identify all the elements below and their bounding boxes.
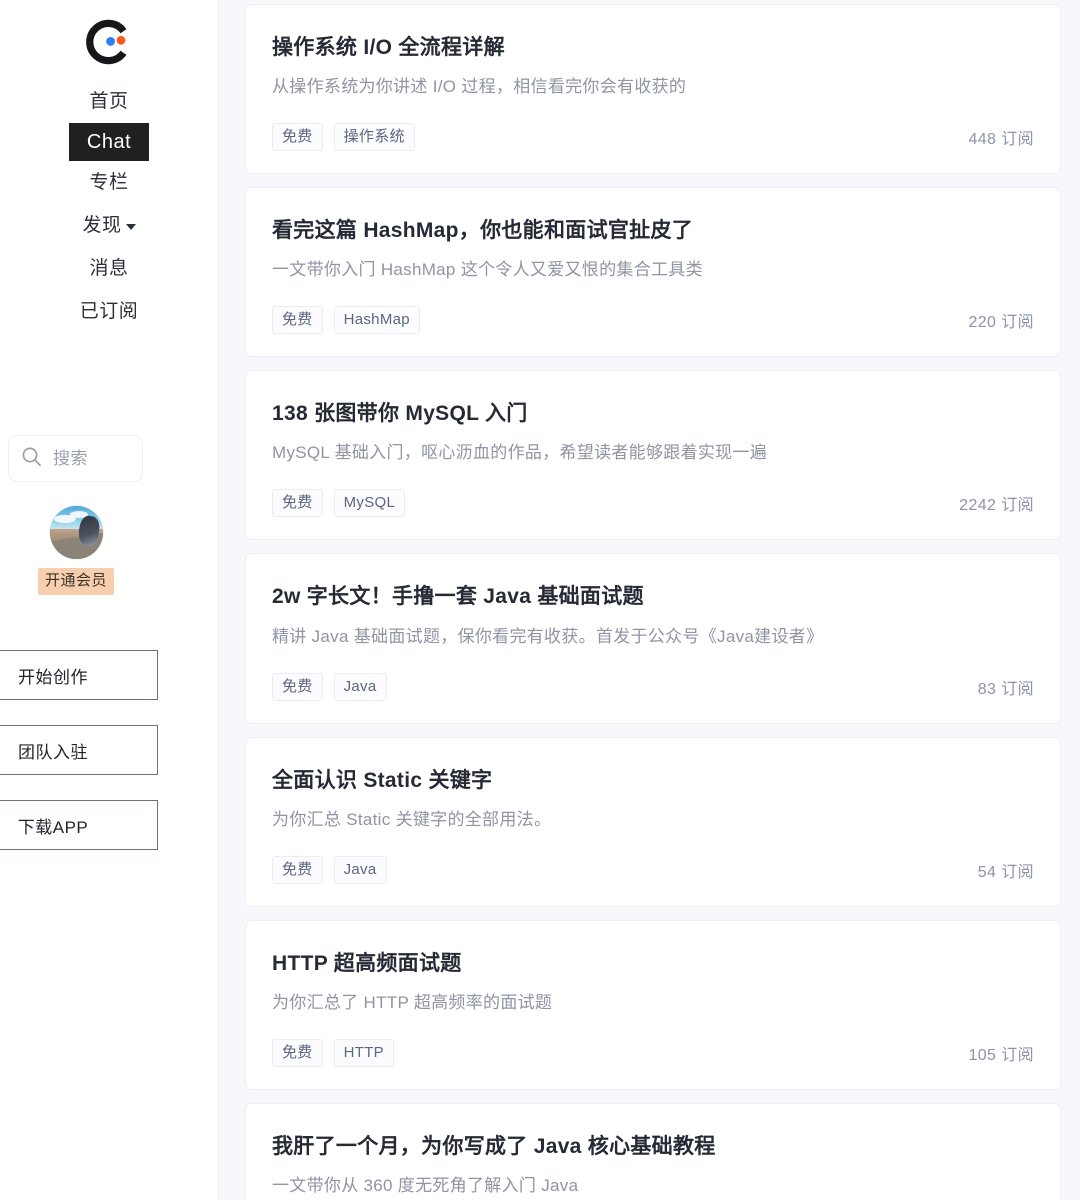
tag-chip[interactable]: 操作系统 — [333, 123, 415, 152]
course-tags: 免费 操作系统 — [272, 123, 1034, 152]
sidebar-item-home[interactable]: 首页 — [75, 80, 142, 123]
course-tags: 免费 Java — [272, 855, 1034, 884]
tag-chip[interactable]: 免费 — [272, 123, 323, 152]
tag-chip[interactable]: 免费 — [272, 306, 323, 335]
chevron-down-icon — [125, 223, 136, 230]
subscriber-count: 448 订阅 — [968, 131, 1034, 149]
course-title: 138 张图带你 MySQL 入门 — [272, 402, 528, 426]
course-title: 看完这篇 HashMap，你也能和面试官扯皮了 — [272, 219, 694, 243]
tag-chip[interactable]: HashMap — [333, 306, 420, 335]
course-card[interactable]: 全面认识 Static 关键字 为你汇总 Static 关键字的全部用法。 免费… — [245, 736, 1061, 907]
download-app-label: 下载APP — [17, 817, 89, 837]
sidebar-nav: 首页 Chat 专栏 发现 消息 已订阅 — [0, 80, 218, 333]
course-card[interactable]: 看完这篇 HashMap，你也能和面试官扯皮了 一文带你入门 HashMap 这… — [245, 187, 1061, 358]
logo-container[interactable] — [0, 0, 218, 80]
course-tags: 免费 HashMap — [272, 306, 1034, 335]
course-tags: 免费 HTTP — [272, 1038, 1034, 1067]
tag-chip[interactable]: Java — [333, 855, 387, 884]
course-description: 精讲 Java 基础面试题，保你看完有收获。首发于公众号《Java建设者》 — [272, 626, 824, 646]
team-join-button[interactable]: 团队入驻 — [0, 725, 158, 775]
sidebar-item-label: 首页 — [89, 91, 129, 112]
member-badge[interactable]: 开通会员 — [37, 568, 114, 595]
subscriber-count: 105 订阅 — [968, 1046, 1034, 1064]
course-description: 为你汇总 Static 关键字的全部用法。 — [272, 809, 552, 829]
sidebar-item-label: 消息 — [89, 258, 129, 279]
capsule-logo-icon[interactable] — [85, 18, 133, 66]
subscriber-count: 220 订阅 — [968, 314, 1034, 332]
app-root: 首页 Chat 专栏 发现 消息 已订阅 搜索 开通会员 开始创作 团队入驻 下… — [0, 0, 1080, 1200]
course-description: 为你汇总了 HTTP 超高频率的面试题 — [272, 992, 553, 1012]
start-creating-button[interactable]: 开始创作 — [0, 650, 158, 700]
course-description: 一文带你入门 HashMap 这个令人又爱又恨的集合工具类 — [272, 260, 703, 280]
search-input[interactable]: 搜索 — [8, 435, 143, 482]
sidebar-item-label: 发现 — [82, 215, 122, 236]
course-card[interactable]: HTTP 超高频面试题 为你汇总了 HTTP 超高频率的面试题 免费 HTTP … — [245, 919, 1061, 1090]
course-title: 我肝了一个月，为你写成了 Java 核心基础教程 — [272, 1134, 716, 1158]
course-card[interactable]: 我肝了一个月，为你写成了 Java 核心基础教程 一文带你从 360 度无死角了… — [245, 1102, 1061, 1200]
course-card[interactable]: 操作系统 I/O 全流程详解 从操作系统为你讲述 I/O 过程，相信看完你会有收… — [245, 4, 1061, 175]
subscriber-count: 54 订阅 — [977, 863, 1034, 881]
start-creating-label: 开始创作 — [18, 667, 88, 687]
search-icon — [21, 446, 42, 472]
account-block: 开通会员 — [0, 506, 152, 595]
tag-chip[interactable]: 免费 — [272, 1038, 323, 1067]
tag-chip[interactable]: 免费 — [272, 672, 323, 701]
course-tags: 免费 MySQL — [272, 489, 1034, 518]
sidebar: 首页 Chat 专栏 发现 消息 已订阅 搜索 开通会员 开始创作 团队入驻 下… — [0, 0, 219, 1200]
course-title: 操作系统 I/O 全流程详解 — [272, 36, 505, 59]
team-join-label: 团队入驻 — [18, 742, 88, 762]
tag-chip[interactable]: 免费 — [272, 489, 323, 518]
sidebar-item-label: 专栏 — [89, 172, 129, 193]
course-description: 从操作系统为你讲述 I/O 过程，相信看完你会有收获的 — [272, 77, 687, 97]
tag-chip[interactable]: Java — [333, 672, 387, 701]
main-content: 操作系统 I/O 全流程详解 从操作系统为你讲述 I/O 过程，相信看完你会有收… — [219, 0, 1080, 1200]
course-card[interactable]: 2w 字长文！手撸一套 Java 基础面试题 精讲 Java 基础面试题，保你看… — [245, 553, 1061, 724]
sidebar-item-column[interactable]: 专栏 — [75, 161, 142, 204]
sidebar-item-chat[interactable]: Chat — [68, 123, 150, 161]
search-placeholder: 搜索 — [53, 449, 88, 468]
course-title: 2w 字长文！手撸一套 Java 基础面试题 — [272, 585, 644, 609]
sidebar-item-discover[interactable]: 发现 — [68, 204, 149, 247]
sidebar-item-label: Chat — [86, 131, 132, 153]
download-app-button[interactable]: 下载APP — [0, 800, 158, 850]
course-description: 一文带你从 360 度无死角了解入门 Java — [272, 1175, 579, 1195]
avatar[interactable] — [49, 506, 103, 559]
sidebar-item-label: 已订阅 — [79, 301, 139, 322]
tag-chip[interactable]: HTTP — [333, 1038, 394, 1067]
subscriber-count: 83 订阅 — [977, 680, 1034, 698]
course-card[interactable]: 138 张图带你 MySQL 入门 MySQL 基础入门，呕心沥血的作品，希望读… — [245, 370, 1061, 541]
course-feed-list: 操作系统 I/O 全流程详解 从操作系统为你讲述 I/O 过程，相信看完你会有收… — [245, 4, 1061, 1200]
sidebar-item-messages[interactable]: 消息 — [75, 247, 142, 290]
subscriber-count: 2242 订阅 — [959, 497, 1034, 515]
course-title: 全面认识 Static 关键字 — [272, 768, 493, 792]
tag-chip[interactable]: 免费 — [272, 855, 323, 884]
tag-chip[interactable]: MySQL — [333, 489, 406, 518]
sidebar-item-subscribed[interactable]: 已订阅 — [66, 290, 153, 333]
course-description: MySQL 基础入门，呕心沥血的作品，希望读者能够跟着实现一遍 — [272, 443, 768, 463]
course-tags: 免费 Java — [272, 672, 1034, 701]
course-title: HTTP 超高频面试题 — [272, 951, 462, 975]
